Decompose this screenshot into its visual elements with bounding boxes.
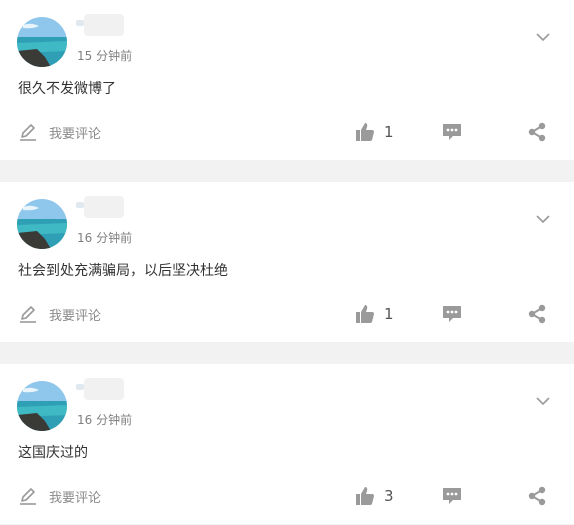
avatar[interactable] xyxy=(17,381,67,431)
post-text: 很久不发微博了 xyxy=(18,81,116,97)
post-time: 16 分钟前 xyxy=(77,413,133,427)
thumbs-up-icon xyxy=(354,303,376,325)
edit-pencil-icon xyxy=(17,485,39,507)
speech-bubble-icon xyxy=(441,303,463,325)
thumbs-up-icon xyxy=(354,121,376,143)
username-redacted xyxy=(76,14,126,36)
comment-label: 我要评论 xyxy=(49,308,102,324)
post-time: 15 分钟前 xyxy=(77,49,133,63)
comment-label: 我要评论 xyxy=(49,490,102,506)
share-icon xyxy=(526,303,548,325)
like-count: 1 xyxy=(384,123,394,141)
chevron-down-icon[interactable] xyxy=(535,392,551,406)
post-text: 这国庆过的 xyxy=(18,445,88,461)
comment-button[interactable]: 我要评论 xyxy=(17,301,101,327)
like-button[interactable]: 1 xyxy=(354,119,394,145)
edit-pencil-icon xyxy=(17,303,39,325)
avatar[interactable] xyxy=(17,199,67,249)
share-button[interactable] xyxy=(526,301,548,327)
like-count: 1 xyxy=(384,305,394,323)
reply-button[interactable] xyxy=(441,119,463,145)
post-card: 16 分钟前 社会到处充满骗局，以后坚决杜绝 我要评论 1 xyxy=(0,182,574,342)
post-card: 16 分钟前 这国庆过的 我要评论 3 xyxy=(0,364,574,524)
share-button[interactable] xyxy=(526,119,548,145)
avatar[interactable] xyxy=(17,17,67,67)
share-icon xyxy=(526,121,548,143)
reply-button[interactable] xyxy=(441,301,463,327)
username-redacted xyxy=(76,378,126,400)
post-feed: 15 分钟前 很久不发微博了 我要评论 1 16 分钟前 社会到处充满骗局，以后… xyxy=(0,0,574,525)
comment-label: 我要评论 xyxy=(49,126,102,142)
post-card: 15 分钟前 很久不发微博了 我要评论 1 xyxy=(0,0,574,160)
thumbs-up-icon xyxy=(354,485,376,507)
like-count: 3 xyxy=(384,487,394,505)
speech-bubble-icon xyxy=(441,121,463,143)
comment-button[interactable]: 我要评论 xyxy=(17,119,101,145)
speech-bubble-icon xyxy=(441,485,463,507)
like-button[interactable]: 1 xyxy=(354,301,394,327)
username-redacted xyxy=(76,196,126,218)
chevron-down-icon[interactable] xyxy=(535,28,551,42)
post-time: 16 分钟前 xyxy=(77,231,133,245)
comment-button[interactable]: 我要评论 xyxy=(17,483,101,509)
share-button[interactable] xyxy=(526,483,548,509)
edit-pencil-icon xyxy=(17,121,39,143)
chevron-down-icon[interactable] xyxy=(535,210,551,224)
post-text: 社会到处充满骗局，以后坚决杜绝 xyxy=(18,263,228,279)
like-button[interactable]: 3 xyxy=(354,483,394,509)
reply-button[interactable] xyxy=(441,483,463,509)
share-icon xyxy=(526,485,548,507)
